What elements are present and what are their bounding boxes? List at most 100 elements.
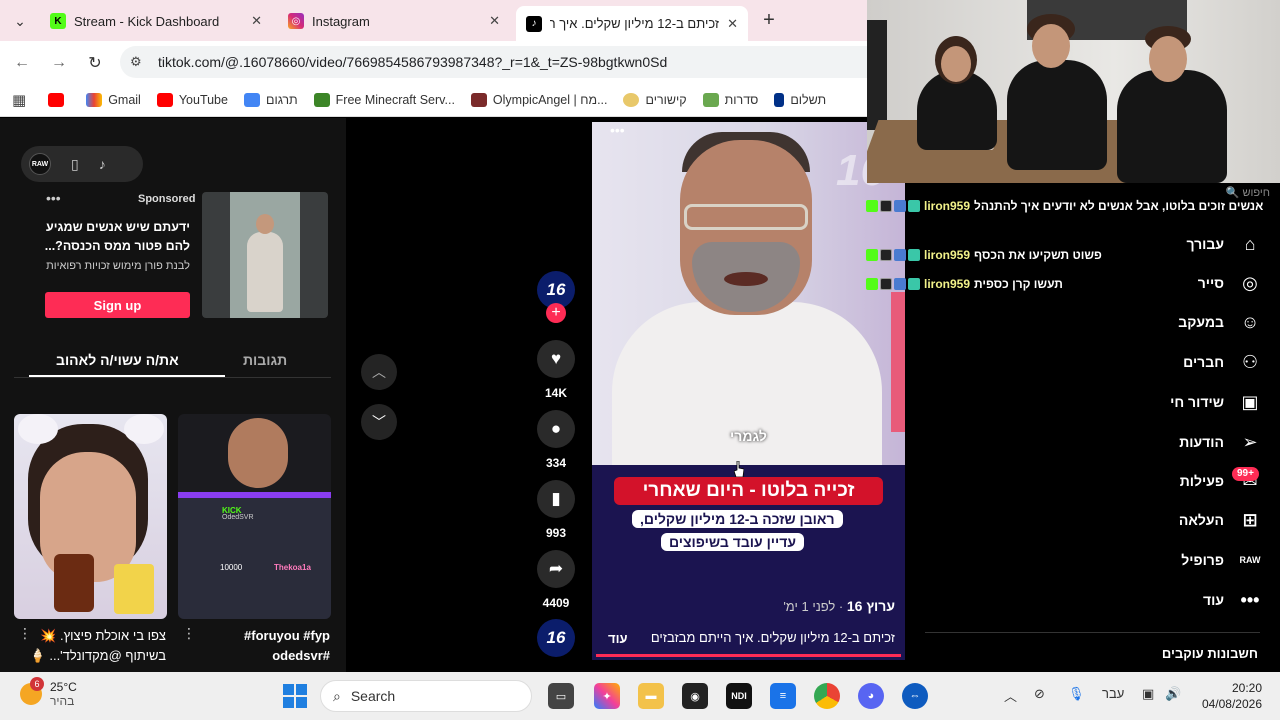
input-language[interactable]: עבר [1102, 686, 1124, 701]
tab-tiktok-video[interactable]: ♪ זכיתם ב-12 מיליון שקלים. איך ה ✕ [516, 6, 748, 41]
windows-start-icon[interactable] [283, 684, 307, 708]
previous-video-chevron-up-icon[interactable]: ︿ [361, 354, 397, 390]
tab-title: זכיתם ב-12 מיליון שקלים. איך ה [550, 16, 720, 31]
tab-comments[interactable]: תגובות [243, 352, 287, 368]
video-subtitle: לגמרי [730, 428, 767, 444]
reload-icon[interactable]: ↻ [83, 51, 107, 75]
bookmark-youtube[interactable]: YouTube [156, 92, 228, 107]
bookmark-translate[interactable]: תרגום [243, 92, 298, 107]
site-info-icon[interactable]: ⚙ [130, 54, 150, 70]
nav-friends[interactable]: ⚇ חברים [1183, 350, 1262, 374]
comment-icon[interactable]: ● [537, 410, 575, 448]
thumb-caption[interactable]: foruyou #fyp# #odedsvr [180, 626, 330, 666]
bookmark-minecraft[interactable]: Free Minecraft Serv... [313, 92, 455, 107]
new-tab-plus-icon[interactable]: + [757, 8, 781, 32]
tab-search-chevron-icon[interactable]: ⌄ [8, 9, 32, 33]
follow-plus-icon[interactable]: + [546, 303, 566, 323]
weather-widget[interactable]: 6 25°C בהיר [20, 677, 77, 708]
notes-icon[interactable]: ≡ [770, 683, 796, 709]
nav-label: עבורך [1186, 236, 1224, 252]
bookmark-youtube-short[interactable] [48, 92, 70, 107]
close-tab-icon[interactable]: ✕ [251, 13, 262, 29]
weather-condition: בהיר [50, 694, 75, 708]
thumb-kick-name: OdedSVR [222, 514, 254, 521]
sub-badge-icon [894, 200, 906, 212]
volume-icon[interactable]: 🔊 [1165, 686, 1181, 702]
comment-action[interactable]: ● 334 [537, 410, 575, 470]
video-more-icon[interactable]: ••• [610, 122, 625, 138]
paypal-icon [774, 92, 785, 107]
discord-icon[interactable]: ◕ [858, 683, 884, 709]
close-tab-icon[interactable]: ✕ [727, 16, 738, 32]
nav-live[interactable]: ▣ שידור חי [1170, 390, 1262, 414]
channel-name[interactable]: ערוץ 16 [847, 598, 895, 614]
copilot-icon[interactable]: ✦ [594, 683, 620, 709]
tab-you-may-like[interactable]: את/ה עשוי/ה לאהוב [56, 352, 179, 368]
hand-cursor-icon [734, 461, 744, 477]
share-icon[interactable]: ➦ [537, 550, 575, 588]
bookmark-series[interactable]: סדרות [702, 92, 758, 107]
thumb-caption[interactable]: צפו בי אוכלת פיצוץ. 💥 בשיתוף @מקדונלד'..… [16, 626, 166, 666]
save-action[interactable]: ▮ 993 [537, 480, 575, 540]
raw-logo-icon[interactable]: RAW [29, 153, 51, 175]
video-player[interactable]: ••• 16 לגמרי זכייה בלוטו - היום שאחרי רא… [592, 122, 905, 660]
nav-for-you[interactable]: ⌂ עבורך [1186, 232, 1262, 256]
minecraft-icon [313, 92, 330, 107]
bookmark-icon[interactable]: ▮ [537, 480, 575, 518]
system-clock[interactable]: 20:20 04/08/2026 [1202, 680, 1262, 712]
phone-icon[interactable]: ▯ [71, 156, 79, 173]
ndi-icon[interactable]: NDI [726, 683, 752, 709]
share-action[interactable]: ➦ 4409 [537, 550, 575, 610]
bookmark-gmail[interactable]: Gmail [86, 92, 141, 107]
nav-profile[interactable]: RAW פרופיל [1181, 548, 1262, 572]
more-link[interactable]: עוד [608, 631, 628, 645]
tiktok-page: RAW ▯ ♪ ••• Sponsored ידעתם שיש אנשים שמ… [0, 118, 1280, 672]
ad-image[interactable] [202, 192, 328, 318]
youtube-icon [48, 92, 65, 107]
tab-title: Stream - Kick Dashboard [74, 13, 220, 29]
nav-label: הודעות [1179, 434, 1224, 450]
microphone-icon[interactable]: 🎙 [1068, 686, 1085, 702]
bookmark-payment[interactable]: תשלום [774, 92, 826, 107]
ad-more-icon[interactable]: ••• [46, 190, 61, 206]
forward-arrow-icon[interactable]: → [47, 51, 71, 75]
url-field[interactable]: ⚙ tiktok.com/@.16078660/video/7669854586… [120, 46, 867, 78]
tab-instagram[interactable]: ◎ Instagram ✕ [278, 6, 510, 36]
video-description: זכיתם ב-12 מיליון שקלים. איך הייתם מבזבז… [602, 630, 895, 645]
ad-text: ידעתם שיש אנשים שמגיע להם פטור ממס הכנסה… [44, 220, 190, 253]
music-disc-avatar[interactable]: 16 [537, 619, 575, 657]
network-off-icon[interactable]: ⊘ [1034, 686, 1045, 702]
ad-signup-button[interactable]: Sign up [45, 292, 190, 318]
nav-following[interactable]: ☺ במעקב [1178, 310, 1262, 334]
mini-toolbar: RAW ▯ ♪ [21, 146, 143, 182]
raw-badge-icon [880, 249, 892, 261]
video-thumbnail[interactable] [14, 414, 167, 619]
tray-chevron-up-icon[interactable]: ︿ [1004, 686, 1017, 705]
nav-more[interactable]: ••• עוד [1203, 588, 1262, 612]
video-progress-bar[interactable] [596, 654, 901, 657]
like-count: 14K [544, 386, 567, 400]
bookmark-olympicangel[interactable]: OlympicAngel | מח... [470, 92, 608, 107]
bookmark-links[interactable]: קישורים [623, 92, 687, 107]
upload-icon: ⊞ [1242, 509, 1258, 530]
tab-kick-dashboard[interactable]: K Stream - Kick Dashboard ✕ [40, 6, 272, 36]
taskbar-search[interactable]: ⌕ Search [320, 680, 532, 712]
heart-icon[interactable]: ♥ [537, 340, 575, 378]
tiktok-icon[interactable]: ♪ [99, 156, 106, 172]
close-tab-icon[interactable]: ✕ [489, 13, 500, 29]
chrome-icon[interactable] [814, 683, 840, 709]
teamviewer-icon[interactable]: ⇔ [902, 683, 928, 709]
display-icon[interactable]: ▣ [1142, 686, 1154, 702]
apps-grid-icon[interactable]: ▦ [12, 91, 26, 109]
next-video-chevron-down-icon[interactable]: ﹀ [361, 404, 397, 440]
video-thumbnail[interactable]: KICK OdedSVR 10000 Thekoa1a [178, 414, 331, 619]
task-view-icon[interactable]: ▭ [548, 683, 574, 709]
nav-messages[interactable]: ➢ הודעות [1179, 430, 1262, 454]
nav-explore[interactable]: ◎ סייר [1198, 271, 1262, 295]
like-action[interactable]: ♥ 14K [537, 340, 575, 400]
nav-upload[interactable]: ⊞ העלאה [1179, 508, 1262, 532]
file-explorer-icon[interactable]: ▬ [638, 683, 664, 709]
obs-icon[interactable]: ◉ [682, 683, 708, 709]
back-arrow-icon[interactable]: ← [10, 51, 34, 75]
bookmark-label: OlympicAngel | מח... [492, 92, 608, 107]
